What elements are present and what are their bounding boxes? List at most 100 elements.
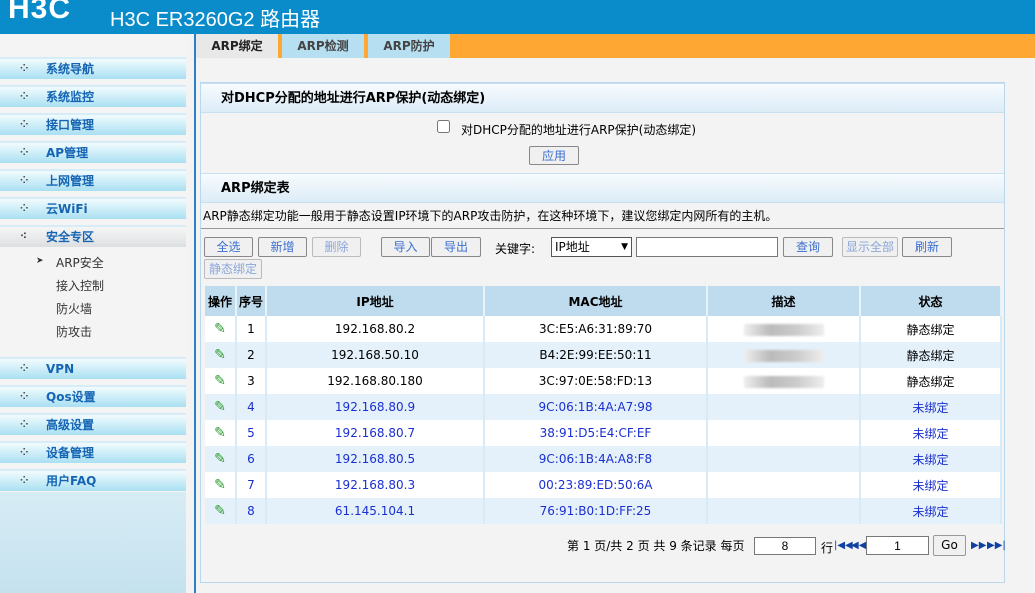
table-row: ✎ 1 192.168.80.2 3C:E5:A6:31:89:70 静态绑定 bbox=[205, 316, 1002, 342]
per-page-input[interactable] bbox=[754, 537, 816, 555]
keyword-input[interactable] bbox=[636, 237, 778, 257]
redacted-description bbox=[743, 375, 824, 388]
edit-pencil-icon[interactable]: ✎ bbox=[214, 373, 226, 389]
collapsed-icon: ⁘ bbox=[20, 447, 29, 458]
sidebar-item[interactable]: ⁘ AP管理 bbox=[0, 141, 186, 163]
edit-pencil-icon[interactable]: ✎ bbox=[214, 503, 226, 519]
refresh-button[interactable]: 刷新 bbox=[902, 237, 952, 257]
page-input[interactable] bbox=[866, 536, 929, 555]
col-action: 操作 bbox=[205, 286, 237, 316]
go-button[interactable]: Go bbox=[933, 535, 966, 556]
arp-table-title: ARP绑定表 bbox=[201, 173, 1004, 203]
collapsed-icon: ⁘ bbox=[20, 475, 29, 486]
redacted-description bbox=[743, 349, 824, 362]
first-page-icon[interactable]: |◀◀ bbox=[834, 540, 853, 551]
prev-page-icon[interactable]: ◀◀ bbox=[851, 540, 866, 551]
row-status: 静态绑定 bbox=[860, 316, 1002, 342]
sidebar-subitem[interactable]: 防火墙 bbox=[56, 300, 92, 317]
collapsed-icon: ⁘ bbox=[20, 147, 29, 158]
sidebar-item-label: 系统导航 bbox=[46, 62, 95, 76]
row-no: 6 bbox=[236, 446, 267, 472]
app-title: H3C ER3260G2 路由器 bbox=[110, 9, 321, 31]
next-page-icon[interactable]: ▶▶ bbox=[971, 540, 986, 551]
edit-pencil-icon[interactable]: ✎ bbox=[214, 399, 226, 415]
row-mac: 76:91:B0:1D:FF:25 bbox=[484, 498, 708, 524]
sidebar-item-label: 云WiFi bbox=[46, 202, 88, 216]
row-mac: B4:2E:99:EE:50:11 bbox=[484, 342, 708, 368]
static-bind-button[interactable]: 静态绑定 bbox=[204, 259, 262, 279]
row-ip: 192.168.80.9 bbox=[266, 394, 485, 420]
dhcp-section-title: 对DHCP分配的地址进行ARP保护(动态绑定) bbox=[201, 83, 1004, 113]
last-page-icon[interactable]: ▶▶| bbox=[987, 540, 1006, 551]
show-all-button[interactable]: 显示全部 bbox=[842, 237, 898, 257]
edit-pencil-icon[interactable]: ✎ bbox=[214, 425, 226, 441]
table-row: ✎ 4 192.168.80.9 9C:06:1B:4A:A7:98 未绑定 bbox=[205, 394, 1002, 420]
row-ip: 192.168.80.3 bbox=[266, 472, 485, 498]
row-desc bbox=[707, 342, 861, 368]
row-mac: 00:23:89:ED:50:6A bbox=[484, 472, 708, 498]
sidebar-item[interactable]: ⁘ 接口管理 bbox=[0, 113, 186, 135]
sidebar-item-label: 上网管理 bbox=[46, 174, 95, 188]
tab-arp-detect[interactable]: ARP检测 bbox=[282, 34, 366, 58]
sidebar-item-label: VPN bbox=[46, 362, 75, 376]
export-button[interactable]: 导出 bbox=[431, 237, 481, 257]
delete-button[interactable]: 删除 bbox=[312, 237, 361, 257]
edit-pencil-icon[interactable]: ✎ bbox=[214, 321, 226, 337]
row-mac: 9C:06:1B:4A:A8:F8 bbox=[484, 446, 708, 472]
import-button[interactable]: 导入 bbox=[381, 237, 430, 257]
edit-pencil-icon[interactable]: ✎ bbox=[214, 477, 226, 493]
dhcp-protect-checkbox[interactable] bbox=[437, 120, 450, 133]
edit-pencil-icon[interactable]: ✎ bbox=[214, 347, 226, 363]
col-mac[interactable]: MAC地址 bbox=[484, 286, 708, 316]
sidebar-item[interactable]: ⁘ 用户FAQ bbox=[0, 469, 186, 491]
keyword-select-value: IP地址 bbox=[555, 240, 590, 254]
sidebar-item[interactable]: ⁖ 安全专区 bbox=[0, 225, 186, 247]
row-no: 1 bbox=[236, 316, 267, 342]
sidebar-item-label: 接口管理 bbox=[46, 118, 95, 132]
collapsed-icon: ⁘ bbox=[20, 175, 29, 186]
sidebar-item[interactable]: ⁘ 设备管理 bbox=[0, 441, 186, 463]
sidebar-item[interactable]: ⁘ 高级设置 bbox=[0, 413, 186, 435]
sidebar-item[interactable]: ⁘ 系统导航 bbox=[0, 57, 186, 79]
collapsed-icon: ⁘ bbox=[20, 391, 29, 402]
table-row: ✎ 3 192.168.80.180 3C:97:0E:58:FD:13 静态绑… bbox=[205, 368, 1002, 394]
select-all-button[interactable]: 全选 bbox=[204, 237, 253, 257]
row-ip: 192.168.80.5 bbox=[266, 446, 485, 472]
add-button[interactable]: 新增 bbox=[258, 237, 307, 257]
row-mac: 9C:06:1B:4A:A7:98 bbox=[484, 394, 708, 420]
sidebar-item[interactable]: ⁘ 上网管理 bbox=[0, 169, 186, 191]
sidebar-subitem[interactable]: 防攻击 bbox=[56, 323, 92, 340]
sidebar-item[interactable]: ⁘ 云WiFi bbox=[0, 197, 186, 219]
row-no: 8 bbox=[236, 498, 267, 524]
divider bbox=[194, 34, 196, 593]
sidebar-item-label: 系统监控 bbox=[46, 90, 95, 104]
row-status: 未绑定 bbox=[860, 446, 1002, 472]
collapsed-icon: ⁘ bbox=[20, 63, 29, 74]
col-ip[interactable]: IP地址 bbox=[266, 286, 485, 316]
sidebar-subitem[interactable]: 接入控制 bbox=[56, 277, 104, 294]
tab-bar: ARP绑定 ARP检测 ARP防护 bbox=[196, 34, 1035, 58]
row-mac: 38:91:D5:E4:CF:EF bbox=[484, 420, 708, 446]
keyword-label: 关键字: bbox=[495, 242, 536, 256]
chevron-down-icon: ▼ bbox=[621, 242, 628, 252]
sidebar-item[interactable]: ⁘ VPN bbox=[0, 357, 186, 379]
sidebar-item[interactable]: ⁘ Qos设置 bbox=[0, 385, 186, 407]
collapsed-icon: ⁘ bbox=[20, 91, 29, 102]
apply-button[interactable]: 应用 bbox=[529, 146, 579, 165]
h3c-logo: H3C bbox=[8, 0, 72, 25]
row-mac: 3C:E5:A6:31:89:70 bbox=[484, 316, 708, 342]
col-desc[interactable]: 描述 bbox=[707, 286, 861, 316]
row-mac: 3C:97:0E:58:FD:13 bbox=[484, 368, 708, 394]
tab-arp-protect[interactable]: ARP防护 bbox=[368, 34, 452, 58]
tab-arp-bind[interactable]: ARP绑定 bbox=[196, 34, 280, 58]
sidebar-item[interactable]: ⁘ 系统监控 bbox=[0, 85, 186, 107]
search-button[interactable]: 查询 bbox=[783, 237, 833, 257]
keyword-select[interactable]: IP地址 ▼ bbox=[551, 237, 632, 257]
pager-summary: 第 1 页/共 2 页 共 9 条记录 每页 bbox=[567, 539, 745, 553]
edit-pencil-icon[interactable]: ✎ bbox=[214, 451, 226, 467]
row-desc bbox=[707, 446, 861, 472]
row-ip: 192.168.80.180 bbox=[266, 368, 485, 394]
row-desc bbox=[707, 394, 861, 420]
sidebar-subitem[interactable]: ARP安全 bbox=[56, 254, 104, 271]
col-status[interactable]: 状态 bbox=[860, 286, 1002, 316]
